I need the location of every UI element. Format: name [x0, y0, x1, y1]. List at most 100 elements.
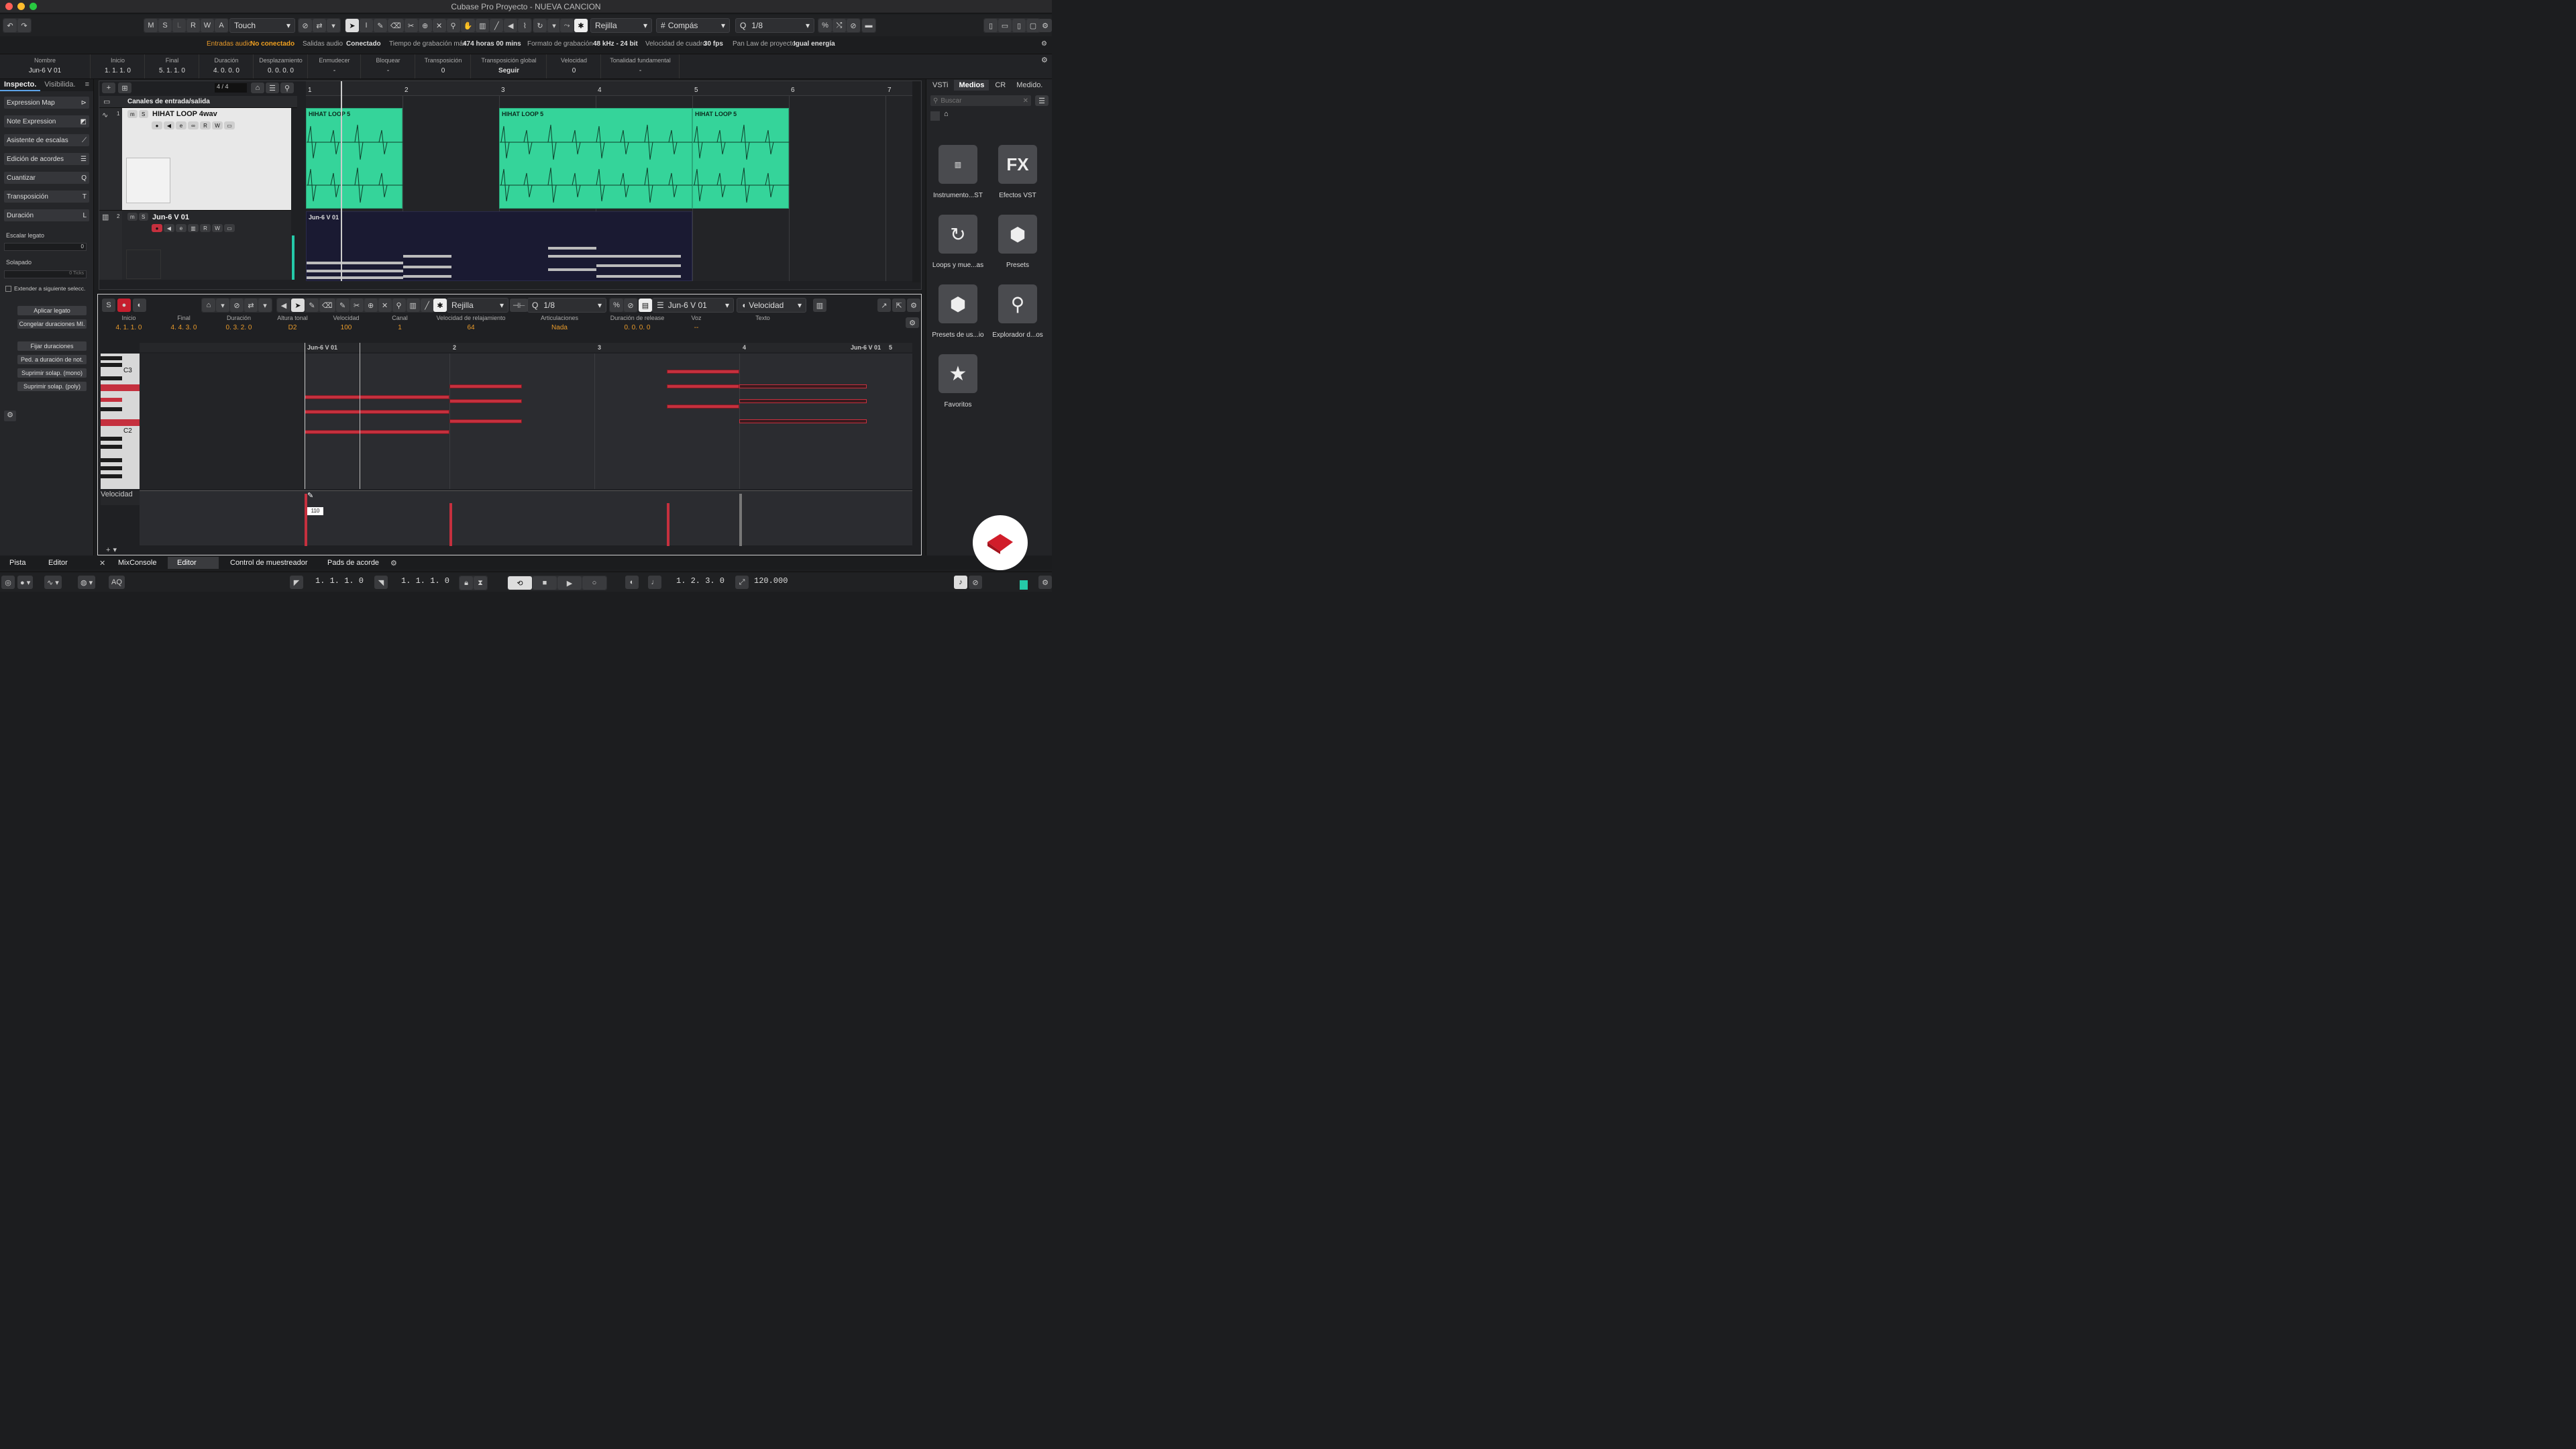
home-icon[interactable]: ⌂: [251, 83, 264, 93]
solo-editor-icon[interactable]: S: [102, 299, 115, 312]
scale-legato-slider[interactable]: 0: [4, 243, 87, 251]
velocity-lane[interactable]: 110 ✎: [140, 490, 912, 546]
editor-info-articulations[interactable]: Articulaciones Nada: [517, 315, 602, 339]
editor-info-voice[interactable]: Voz --: [672, 315, 720, 339]
track-1-header[interactable]: mS HIHAT LOOP 4wav ● ◀ e ∞ R W ▭: [122, 108, 291, 210]
right-zone-icon[interactable]: ▯: [1012, 19, 1026, 32]
tab-mixconsole[interactable]: MixConsole: [118, 559, 156, 567]
velocity-bar[interactable]: [667, 503, 669, 546]
overlap-slider[interactable]: 0 Ticks: [4, 270, 87, 278]
info-lock[interactable]: Bloquear -: [362, 54, 415, 78]
tab-editor-inspector[interactable]: Editor: [48, 559, 68, 567]
tool-erase-icon[interactable]: ⌫: [319, 299, 335, 312]
star-icon[interactable]: ★: [938, 354, 977, 393]
tab-visibility[interactable]: Visibilida.: [40, 79, 79, 91]
black-key-active[interactable]: [101, 398, 122, 402]
tool-selection-icon[interactable]: ➤: [291, 299, 305, 312]
tool-glue-icon[interactable]: ⊕: [418, 19, 432, 32]
tab-vsti[interactable]: VSTi: [928, 80, 953, 91]
midi-note-selected[interactable]: [739, 399, 867, 403]
tile-label[interactable]: Explorador d...os: [987, 331, 1048, 339]
tile-label[interactable]: Presets: [987, 262, 1048, 269]
tool-zoom-icon[interactable]: ⚲: [392, 299, 406, 312]
velocity-bar-selected[interactable]: [739, 494, 742, 546]
tool-line-icon[interactable]: ╱: [490, 19, 504, 32]
editor-quantize-dropdown[interactable]: Q 1/8 ▾: [527, 298, 606, 313]
loop-icon[interactable]: ↻: [938, 215, 977, 254]
mute-button[interactable]: m: [127, 110, 138, 118]
stop-button[interactable]: ■: [533, 576, 557, 590]
editor-ruler[interactable]: Jun-6 V 01 2 3 4 Jun-6 V 01 5: [140, 343, 912, 352]
settings-icon[interactable]: ⚙: [390, 559, 397, 568]
editor-info-pitch[interactable]: Altura tonal D2: [267, 315, 318, 339]
tool-hand-icon[interactable]: ✋: [460, 19, 476, 32]
info-root-key[interactable]: Tonalidad fundamental -: [602, 54, 680, 78]
link-icon[interactable]: ∞: [188, 121, 199, 129]
project-ruler[interactable]: 1 2 3 4 5 6 7: [306, 81, 914, 96]
rec-time-value[interactable]: 474 horas 00 mins: [463, 40, 521, 48]
tool-draw-icon[interactable]: ✎: [374, 19, 387, 32]
window-layout-icon[interactable]: ▢: [1026, 19, 1040, 32]
piano-keyboard[interactable]: C3 C2: [101, 354, 140, 489]
cycle-button[interactable]: ⟲: [508, 576, 532, 590]
edit-channel-icon[interactable]: e: [176, 224, 186, 232]
solo-button[interactable]: S: [138, 213, 148, 221]
rec-format-value[interactable]: 48 kHz - 24 bit: [593, 40, 638, 48]
time-signature[interactable]: 4 / 4: [215, 83, 247, 93]
tool-line-icon[interactable]: ╱: [420, 299, 434, 312]
black-key[interactable]: [101, 437, 122, 441]
black-key[interactable]: [101, 458, 122, 462]
settings-icon[interactable]: ⚙: [907, 299, 920, 312]
click-settings-icon[interactable]: ⊘: [969, 576, 982, 589]
tool-mute-icon[interactable]: ✕: [378, 299, 392, 312]
tempo-track-icon[interactable]: ⤢: [735, 576, 749, 589]
extend-checkbox[interactable]: [5, 285, 11, 292]
tab-meter[interactable]: Medido.: [1012, 80, 1047, 91]
brand-logo[interactable]: [973, 515, 1028, 570]
read-mode-button[interactable]: R: [186, 19, 200, 32]
step-input-icon[interactable]: ◐: [133, 299, 146, 312]
black-key[interactable]: [101, 356, 122, 360]
tempo-display[interactable]: 120.000: [754, 576, 788, 586]
color-bar-icon[interactable]: ▬: [862, 19, 875, 32]
record-button[interactable]: ○: [582, 576, 606, 590]
midi-note[interactable]: [305, 410, 449, 414]
list-icon[interactable]: ☰: [266, 83, 279, 93]
solo-mode-button[interactable]: S: [158, 19, 172, 32]
snap-onoff-icon[interactable]: ⤳: [560, 19, 574, 32]
editor-snap-dropdown[interactable]: Rejilla ▾: [447, 298, 508, 313]
info-offset[interactable]: Desplazamiento 0. 0. 0. 0: [254, 54, 308, 78]
midi-note[interactable]: [449, 384, 522, 388]
tile-label[interactable]: Efectos VST: [987, 192, 1048, 199]
tool-play-icon[interactable]: ◀: [504, 19, 518, 32]
vertical-scrollbar[interactable]: [912, 81, 920, 282]
midi-note[interactable]: [449, 399, 522, 403]
chevron-down-icon[interactable]: ▾: [327, 19, 340, 32]
tool-warp-icon[interactable]: ⌇: [518, 19, 532, 32]
settings-icon[interactable]: ⚙: [1038, 576, 1052, 589]
black-key[interactable]: [101, 474, 122, 478]
piano-keys-icon[interactable]: ▥: [938, 145, 977, 184]
event-display[interactable]: HIHAT LOOP 5 HIHAT LOOP 5 HIHAT LOOP 5 J…: [306, 81, 914, 281]
info-global-transpose[interactable]: Transposición global Seguir: [472, 54, 547, 78]
controller-dropdown[interactable]: ◖ Velocidad ▾: [737, 298, 806, 313]
undo-button[interactable]: ↶: [3, 19, 17, 32]
midi-part[interactable]: Jun-6 V 01: [306, 211, 692, 281]
quantize-apply-icon[interactable]: ⤭: [833, 19, 846, 32]
fx-icon[interactable]: FX: [998, 145, 1037, 184]
close-zone-icon[interactable]: ✕: [99, 559, 105, 568]
editor-info-end[interactable]: Final 4. 4. 3. 0: [157, 315, 211, 339]
midi-note[interactable]: [449, 419, 522, 423]
info-mute[interactable]: Enmudecer -: [309, 54, 361, 78]
tool-draw-icon[interactable]: ✎: [305, 299, 319, 312]
left-locator-display[interactable]: 1. 1. 1. 0: [315, 576, 364, 586]
keyboard-icon[interactable]: ▥: [813, 299, 826, 312]
punch-mode-icon[interactable]: ◍ ▾: [78, 576, 96, 589]
settings-icon[interactable]: ⚙: [1038, 19, 1052, 32]
tab-sampler-control[interactable]: Control de muestreador: [230, 559, 308, 567]
edit-channel-icon[interactable]: e: [176, 121, 186, 129]
black-key[interactable]: [101, 445, 122, 449]
quantize-dropdown[interactable]: Q 1/8 ▾: [735, 18, 814, 33]
editor-info-channel[interactable]: Canal 1: [374, 315, 425, 339]
track-1-name[interactable]: HIHAT LOOP 4wav: [152, 110, 217, 118]
